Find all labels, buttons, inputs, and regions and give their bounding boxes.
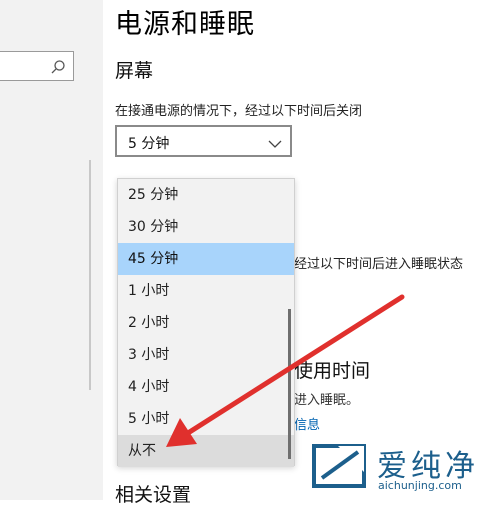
watermark-url: aichunjing.com bbox=[378, 479, 462, 492]
dropdown-option-never[interactable]: 从不 bbox=[118, 435, 294, 467]
dropdown-option[interactable]: 30 分钟 bbox=[118, 211, 294, 243]
screen-off-value: 5 分钟 bbox=[128, 136, 170, 152]
usage-time-title: 使用时间 bbox=[294, 360, 371, 382]
screen-off-label: 在接通电源的情况下，经过以下时间后关闭 bbox=[115, 104, 363, 119]
sidebar bbox=[0, 0, 103, 500]
usage-time-desc: 进入睡眠。 bbox=[294, 393, 360, 408]
screen-section-title: 屏幕 bbox=[115, 60, 154, 82]
sleep-time-dropdown[interactable]: 25 分钟 30 分钟 45 分钟 1 小时 2 小时 3 小时 4 小时 5 … bbox=[117, 178, 295, 467]
dropdown-option[interactable]: 4 小时 bbox=[118, 371, 294, 403]
screen-off-select[interactable]: 5 分钟 bbox=[115, 125, 292, 157]
dropdown-scrollbar[interactable] bbox=[288, 309, 291, 459]
chevron-down-icon bbox=[268, 135, 282, 148]
dropdown-option[interactable]: 3 小时 bbox=[118, 339, 294, 371]
related-settings-title: 相关设置 bbox=[115, 484, 192, 506]
search-input[interactable] bbox=[0, 51, 74, 81]
dropdown-option-selected[interactable]: 45 分钟 bbox=[118, 243, 294, 275]
dropdown-option[interactable]: 25 分钟 bbox=[118, 179, 294, 211]
dropdown-option[interactable]: 2 小时 bbox=[118, 307, 294, 339]
sidebar-scrollbar[interactable] bbox=[89, 160, 91, 390]
search-icon[interactable] bbox=[50, 59, 66, 75]
page-title: 电源和睡眠 bbox=[115, 9, 255, 40]
dropdown-option[interactable]: 5 小时 bbox=[118, 403, 294, 435]
dropdown-option[interactable]: 1 小时 bbox=[118, 275, 294, 307]
more-info-link[interactable]: 信息 bbox=[294, 414, 320, 433]
watermark-logo-icon bbox=[308, 440, 370, 492]
sleep-label: 经过以下时间后进入睡眠状态 bbox=[294, 257, 464, 272]
